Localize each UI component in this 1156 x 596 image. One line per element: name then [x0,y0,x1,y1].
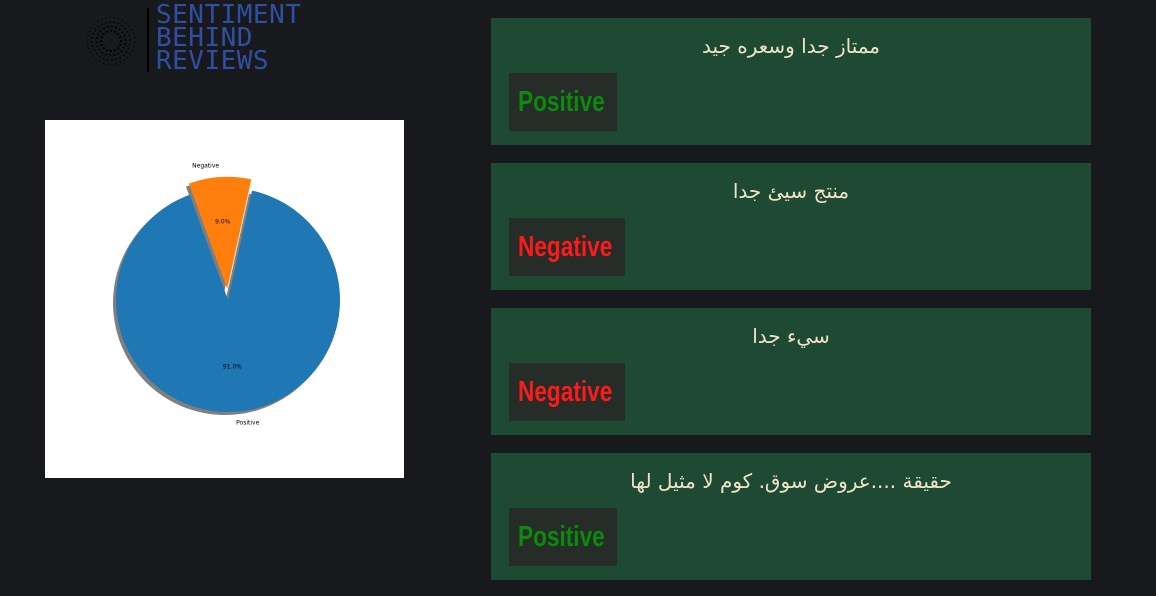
review-text: سيء جدا [752,324,830,348]
pie-percent-label: 91.0% [223,364,242,371]
pie-category-label: Positive [236,419,259,426]
review-text: ممتاز جدا وسعره جيد [701,34,881,58]
review-card: حقيقة ....عروض سوق. كوم لا مثيل لها Posi… [491,453,1091,580]
logo-line-3: REVIEWS [156,46,270,76]
sentiment-pie-chart: 91.0% Positive 9.0% Negative [45,120,404,478]
review-card: ممتاز جدا وسعره جيد Positive [491,18,1091,145]
sentiment-label: Positive [518,85,605,118]
review-card: منتج سيئ جدا Negative [491,163,1091,290]
review-card: سيء جدا Negative [491,308,1091,435]
review-text: حقيقة ....عروض سوق. كوم لا مثيل لها [630,469,952,493]
burst-logo-icon [86,16,136,66]
app-logo: SENTIMENT BEHIND REVIEWS [84,2,374,76]
logo-divider [147,8,149,72]
pie-percent-label: 9.0% [215,218,231,225]
sentiment-label: Positive [518,520,605,553]
sentiment-badge: Positive [509,73,617,131]
logo-wordmark: SENTIMENT BEHIND REVIEWS [156,2,301,76]
sentiment-badge: Negative [509,363,625,421]
sentiment-label: Negative [518,375,613,408]
pie-category-label: Negative [192,162,219,169]
sentiment-badge: Negative [509,218,625,276]
pie-chart-svg: 91.0% Positive 9.0% Negative [113,162,341,426]
review-text: منتج سيئ جدا [732,179,850,203]
sentiment-label: Negative [518,230,613,263]
sentiment-badge: Positive [509,508,617,566]
